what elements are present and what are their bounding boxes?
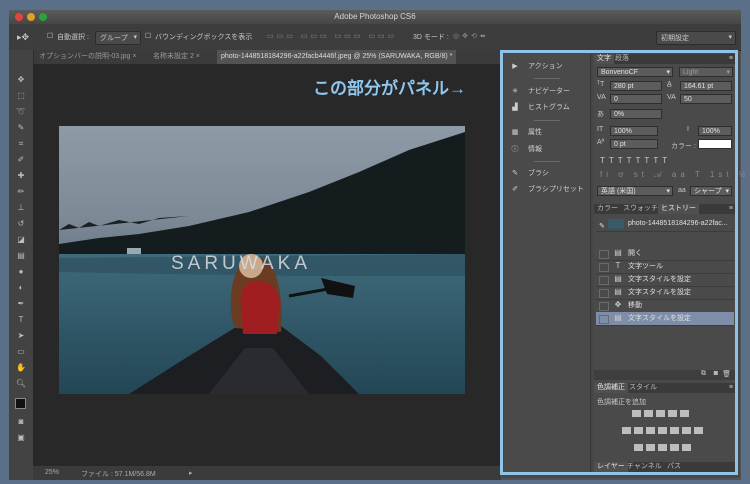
dodge-tool-icon[interactable]: ◐ [15,282,27,293]
quick-select-tool-icon[interactable]: ✎ [15,122,27,133]
close-window-button[interactable] [15,13,23,21]
chevron-right-icon[interactable]: ▸ [189,469,193,477]
callout-label: この部分がパネル→ [313,79,466,98]
healing-tool-icon[interactable]: ✚ [15,170,27,181]
stamp-tool-icon[interactable]: ⊥ [15,202,27,213]
history-brush-tool-icon[interactable]: ↺ [15,218,27,229]
workspace-dropdown[interactable]: 初期設定 ▾ [656,31,736,45]
shape-tool-icon[interactable]: ▭ [15,346,27,357]
tools-panel: ✥ ⬚ ➰ ✎ ⌗ ✐ ✚ ✏ ⊥ ↺ ◪ ▤ ● ◐ ✒ T ➤ ▭ ✋ 🔍︎… [9,50,34,480]
chevron-down-icon: ▾ [133,34,137,41]
overlay-text: SARUWAKA [171,253,311,274]
chevron-down-icon: ▾ [728,34,732,41]
file-info: ファイル : 57.1M/56.8M [81,471,156,478]
bounding-box-label: バウンディングボックスを表示 [155,34,253,41]
workspace-value: 初期設定 [661,35,689,42]
brush-tool-icon[interactable]: ✏ [15,186,27,197]
marquee-tool-icon[interactable]: ⬚ [15,90,27,101]
zoom-tool-icon[interactable]: 🔍︎ [15,378,27,389]
lasso-tool-icon[interactable]: ➰ [15,106,27,117]
mode-3d-label: 3D モード : [413,34,449,41]
zoom-window-button[interactable] [39,13,47,21]
auto-select-dropdown[interactable]: グループ ▾ [95,31,141,45]
auto-select-value: グループ [100,35,128,42]
document-tab-2[interactable]: 名称未設定 2 × [149,50,204,64]
bounding-box-checkbox[interactable]: ☐ [145,32,151,40]
document-tab-1[interactable]: オプションバーの説明-03.jpg × [35,50,140,64]
panel-highlight-frame [500,50,738,475]
pen-tool-icon[interactable]: ✒ [15,298,27,309]
minimize-window-button[interactable] [27,13,35,21]
lake-canoe-photo: SARUWAKA [59,126,465,394]
hand-tool-icon[interactable]: ✋ [15,362,27,373]
move-tool-icon[interactable]: ▸✥ [17,32,29,43]
3d-mode-icons[interactable]: ◎✥⟲⬌ [453,32,489,40]
auto-select-checkbox[interactable]: ☐ [47,32,53,40]
type-tool-icon[interactable]: T [15,314,27,325]
document-tab-bar: オプションバーの説明-03.jpg × 名称未設定 2 × photo-1448… [33,50,501,64]
zoom-readout[interactable]: 25% [45,469,59,476]
title-bar: Adobe Photoshop CS6 [9,10,741,24]
crop-tool-icon[interactable]: ⌗ [15,138,27,149]
blur-tool-icon[interactable]: ● [15,266,27,277]
document-tab-3[interactable]: photo-1448518184296-a22facb4446f.jpeg @ … [217,50,457,64]
status-bar: 25% ファイル : 57.1M/56.8M ▸ [33,466,501,480]
options-bar: ▸✥ ☐ 自動選択 : グループ ▾ ☐ バウンディングボックスを表示 ▭▭▭ … [9,24,741,51]
app-title: Adobe Photoshop CS6 [334,12,416,21]
eyedropper-tool-icon[interactable]: ✐ [15,154,27,165]
gradient-tool-icon[interactable]: ▤ [15,250,27,261]
screen-mode-icon[interactable]: ▣ [15,432,27,443]
align-buttons[interactable]: ▭▭▭ ▭▭▭ ▭▭▭ ▭▭▭ [267,32,397,40]
path-select-tool-icon[interactable]: ➤ [15,330,27,341]
eraser-tool-icon[interactable]: ◪ [15,234,27,245]
move-tool-icon[interactable]: ✥ [15,74,27,85]
auto-select-label: 自動選択 : [57,34,89,41]
foreground-color-swatch[interactable] [15,398,26,409]
quick-mask-icon[interactable]: ◙ [15,416,27,427]
document-photo[interactable]: SARUWAKA [59,126,465,394]
